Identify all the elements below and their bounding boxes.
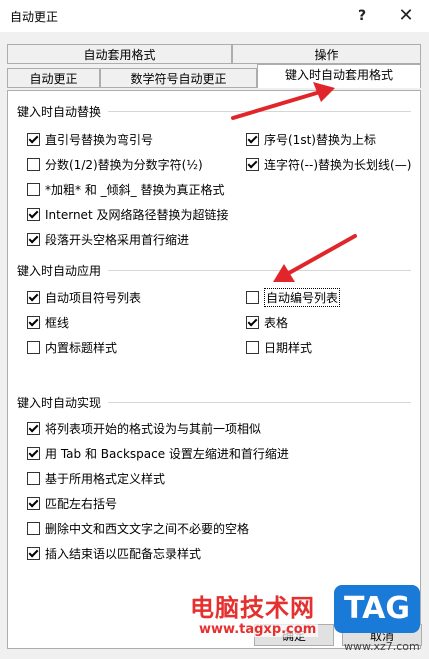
checkbox-box[interactable] <box>246 132 259 146</box>
checkbox-hyphens[interactable]: 连字符(--)替换为长划线(—) <box>246 155 411 173</box>
separator <box>108 402 411 403</box>
tab-autoformat[interactable]: 自动套用格式 <box>7 44 232 64</box>
checkbox-label: 连字符(--)替换为长划线(—) <box>264 157 412 172</box>
checkbox-bulleted-lists[interactable]: 自动项目符号列表 <box>27 288 141 306</box>
checkbox-tables[interactable]: 表格 <box>246 313 288 331</box>
checkbox-tab-indent[interactable]: 用 Tab 和 Backspace 设置左缩进和首行缩进 <box>27 444 289 462</box>
watermark-text: 电脑技术网 <box>190 594 315 622</box>
checkbox-box[interactable] <box>27 207 40 221</box>
checkbox-box[interactable] <box>246 340 259 354</box>
checkbox-smart-quotes[interactable]: 直引号替换为弯引号 <box>27 130 153 148</box>
checkbox-label: 基于所用格式定义样式 <box>45 471 166 486</box>
checkbox-date-styles[interactable]: 日期样式 <box>246 338 312 356</box>
checkbox-remove-spaces[interactable]: 删除中文和西文文字之间不必要的空格 <box>27 519 249 537</box>
checkbox-label: 直引号替换为弯引号 <box>45 132 154 147</box>
checkbox-closings[interactable]: 插入结束语以匹配备忘录样式 <box>27 544 201 562</box>
checkbox-label: 日期样式 <box>264 340 313 355</box>
checkbox-bold-italic[interactable]: *加粗* 和 _倾斜_ 替换为真正格式 <box>27 180 224 198</box>
watermark-url2: www.xz7.com <box>344 640 420 653</box>
checkbox-label: 框线 <box>45 315 70 330</box>
group-label-replace: 键入时自动替换 <box>17 103 102 120</box>
checkbox-box[interactable] <box>27 521 40 535</box>
checkbox-box[interactable] <box>27 157 40 171</box>
checkbox-hyperlinks[interactable]: Internet 及网络路径替换为超链接 <box>27 205 228 223</box>
window-title: 自动更正 <box>10 10 59 24</box>
checkbox-box[interactable] <box>27 290 40 304</box>
checkbox-ordinals[interactable]: 序号(1st)替换为上标 <box>246 130 376 148</box>
close-button[interactable]: ✕ <box>392 4 420 28</box>
checkbox-match-parens[interactable]: 匹配左右括号 <box>27 494 117 512</box>
group-label-auto: 键入时自动实现 <box>17 394 102 411</box>
checkbox-box[interactable] <box>27 340 40 354</box>
title-bar: 自动更正 ? ✕ <box>0 0 429 32</box>
checkbox-label: 将列表项开始的格式设为与其前一项相似 <box>45 421 262 436</box>
checkbox-heading-styles[interactable]: 内置标题样式 <box>27 338 117 356</box>
checkbox-label: *加粗* 和 _倾斜_ 替换为真正格式 <box>45 182 225 197</box>
checkbox-first-line-indent[interactable]: 段落开头空格采用首行缩进 <box>27 230 189 248</box>
tab-panel <box>7 90 421 649</box>
watermark-url: www.tagxp.com <box>197 622 319 637</box>
checkbox-box[interactable] <box>27 446 40 460</box>
checkbox-box[interactable] <box>27 315 40 329</box>
checkbox-label: 自动项目符号列表 <box>45 290 142 305</box>
watermark-logo: TAG <box>334 585 420 633</box>
checkbox-box[interactable] <box>27 471 40 485</box>
group-label-apply: 键入时自动应用 <box>17 262 102 279</box>
checkbox-box[interactable] <box>246 157 259 171</box>
checkbox-box[interactable] <box>27 132 40 146</box>
help-button[interactable]: ? <box>348 4 376 28</box>
checkbox-label: 删除中文和西文文字之间不必要的空格 <box>45 521 250 536</box>
checkbox-numbered-lists[interactable]: 自动编号列表 <box>246 287 341 307</box>
checkbox-label: 匹配左右括号 <box>45 496 118 511</box>
checkbox-label: 表格 <box>264 315 289 330</box>
annotation-arrow-icon <box>231 82 335 120</box>
checkbox-box[interactable] <box>27 421 40 435</box>
checkbox-box[interactable] <box>27 232 40 246</box>
checkbox-borders[interactable]: 框线 <box>27 313 69 331</box>
checkbox-label: Internet 及网络路径替换为超链接 <box>45 207 229 222</box>
checkbox-box[interactable] <box>27 182 40 196</box>
checkbox-fractions[interactable]: 分数(1/2)替换为分数字符(½) <box>27 155 203 173</box>
checkbox-define-styles[interactable]: 基于所用格式定义样式 <box>27 469 165 487</box>
checkbox-label: 段落开头空格采用首行缩进 <box>45 232 190 247</box>
checkbox-label: 内置标题样式 <box>45 340 118 355</box>
checkbox-label: 分数(1/2)替换为分数字符(½) <box>45 157 203 172</box>
checkbox-box[interactable] <box>27 496 40 510</box>
checkbox-label: 序号(1st)替换为上标 <box>264 132 376 147</box>
tab-actions[interactable]: 操作 <box>232 44 421 64</box>
separator <box>108 270 411 271</box>
checkbox-label: 用 Tab 和 Backspace 设置左缩进和首行缩进 <box>45 446 289 461</box>
checkbox-label: 插入结束语以匹配备忘录样式 <box>45 546 202 561</box>
checkbox-label: 自动编号列表 <box>264 287 341 307</box>
checkbox-box[interactable] <box>27 546 40 560</box>
checkbox-list-format[interactable]: 将列表项开始的格式设为与其前一项相似 <box>27 419 261 437</box>
tab-autocorrect[interactable]: 自动更正 <box>7 68 100 88</box>
checkbox-box[interactable] <box>246 315 259 329</box>
annotation-arrow-icon <box>273 234 357 282</box>
checkbox-box[interactable] <box>246 290 259 304</box>
